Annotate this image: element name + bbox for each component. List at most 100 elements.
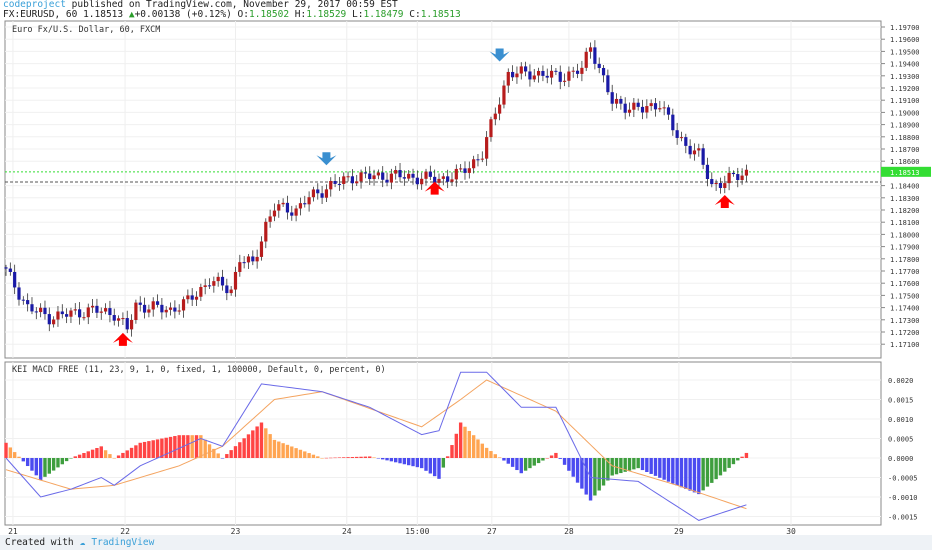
candle-body xyxy=(653,103,658,110)
candle-body xyxy=(13,271,17,288)
chart-canvas[interactable]: 21 22 23 24 15:00 27 28 29 30 1.19700 1.19600 1.195… xyxy=(0,0,932,535)
candle-body xyxy=(39,307,43,313)
candle-body xyxy=(511,71,515,78)
histogram-bar xyxy=(281,443,285,458)
candle-body xyxy=(601,67,606,76)
histogram-bar xyxy=(272,439,277,458)
high-value: 1.18529 xyxy=(306,9,347,20)
histogram-bar xyxy=(359,456,363,458)
candle-body xyxy=(26,300,30,305)
histogram-bar xyxy=(402,458,407,465)
candle-body xyxy=(268,216,272,222)
candle-body xyxy=(727,172,731,184)
indicator-title: KEI MACD FREE (11, 23, 9, 1, 0, fixed, 1… xyxy=(12,365,386,375)
low-value: 1.18479 xyxy=(363,9,404,20)
candle-body xyxy=(60,311,64,315)
histogram-bar xyxy=(614,458,619,475)
candle-body xyxy=(705,164,710,180)
histogram-bar xyxy=(194,435,199,458)
candle-body xyxy=(593,47,597,64)
change-text: +0.00138 (+0.12%) xyxy=(134,9,232,20)
x-tick-label: 24 xyxy=(342,527,352,535)
candle-body xyxy=(233,271,238,290)
candle-body xyxy=(246,256,251,263)
candle-body xyxy=(575,70,580,74)
histogram-bar xyxy=(95,448,99,458)
candle-body xyxy=(666,107,671,115)
footer: Created with ☁ TradingView xyxy=(0,535,932,550)
candle-body xyxy=(697,148,701,151)
candle-body xyxy=(4,267,8,269)
histogram-bar xyxy=(658,458,662,478)
y-tick-label: 1.19400 xyxy=(890,61,920,69)
histogram-bar xyxy=(108,454,112,458)
candle-body xyxy=(108,308,112,316)
histogram-bar xyxy=(103,450,108,458)
macd-pane xyxy=(4,361,882,526)
histogram-bar xyxy=(723,458,727,472)
candle-body xyxy=(350,176,354,184)
y-tick-label: 1.17300 xyxy=(890,317,920,325)
candle-body xyxy=(311,189,316,198)
l-label: L: xyxy=(352,9,364,20)
histogram-bar xyxy=(736,458,740,461)
candle-body xyxy=(402,177,406,179)
histogram-bar xyxy=(129,447,134,458)
candle-body xyxy=(320,193,324,198)
candle-body xyxy=(606,75,610,93)
candle-body xyxy=(363,172,367,174)
y-tick-label: 1.18000 xyxy=(890,231,920,239)
histogram-bar xyxy=(350,457,355,458)
histogram-bar xyxy=(381,458,385,460)
y-tick-label: 1.17600 xyxy=(890,280,920,288)
candle-body xyxy=(450,179,454,182)
candle-body xyxy=(355,181,359,184)
tradingview-link[interactable]: TradingView xyxy=(91,537,154,548)
candle-body xyxy=(415,177,419,185)
candle-body xyxy=(298,203,303,209)
histogram-bar xyxy=(90,449,95,458)
histogram-bar xyxy=(515,458,519,471)
candle-body xyxy=(662,107,666,109)
candle-body xyxy=(346,176,350,178)
histogram-bar xyxy=(406,458,411,466)
candle-body xyxy=(610,92,614,104)
o-label: O: xyxy=(237,9,249,20)
candle-body xyxy=(73,309,77,311)
candle-body xyxy=(285,202,290,213)
histogram-bar xyxy=(575,458,580,483)
y-tick-label: 1.18400 xyxy=(890,183,920,191)
candle-body xyxy=(155,301,160,305)
candle-body xyxy=(69,310,73,317)
histogram-bar xyxy=(17,456,21,458)
histogram-bar xyxy=(549,455,554,458)
candle-body xyxy=(142,304,147,313)
candle-body xyxy=(316,189,320,194)
candle-body xyxy=(56,311,60,320)
candle-body xyxy=(281,202,285,205)
candle-body xyxy=(502,85,506,105)
candle-body xyxy=(52,319,56,325)
open-value: 1.18502 xyxy=(249,9,290,20)
y-tick-label: 1.17100 xyxy=(890,341,920,349)
candle-body xyxy=(580,67,584,74)
histogram-bar xyxy=(320,458,324,459)
symbol-info: FX:EURUSD, 60 1.18513 ▲+0.00138 (+0.12%)… xyxy=(3,10,461,20)
histogram-bar xyxy=(411,458,415,467)
candle-body xyxy=(194,296,199,300)
histogram-bar xyxy=(480,443,484,458)
y-tick-label: 1.19300 xyxy=(890,73,920,81)
histogram-bar xyxy=(225,454,229,458)
y-tick-label: 1.19600 xyxy=(890,36,920,44)
candle-body xyxy=(480,158,484,160)
candle-body xyxy=(428,171,432,177)
histogram-bar xyxy=(541,458,545,461)
candle-body xyxy=(506,71,510,86)
candle-body xyxy=(186,295,190,300)
histogram-bar xyxy=(471,435,476,458)
histogram-bar xyxy=(47,458,51,474)
candle-body xyxy=(329,180,333,190)
candle-body xyxy=(524,66,528,72)
candle-body xyxy=(30,304,34,312)
candle-body xyxy=(640,106,645,113)
